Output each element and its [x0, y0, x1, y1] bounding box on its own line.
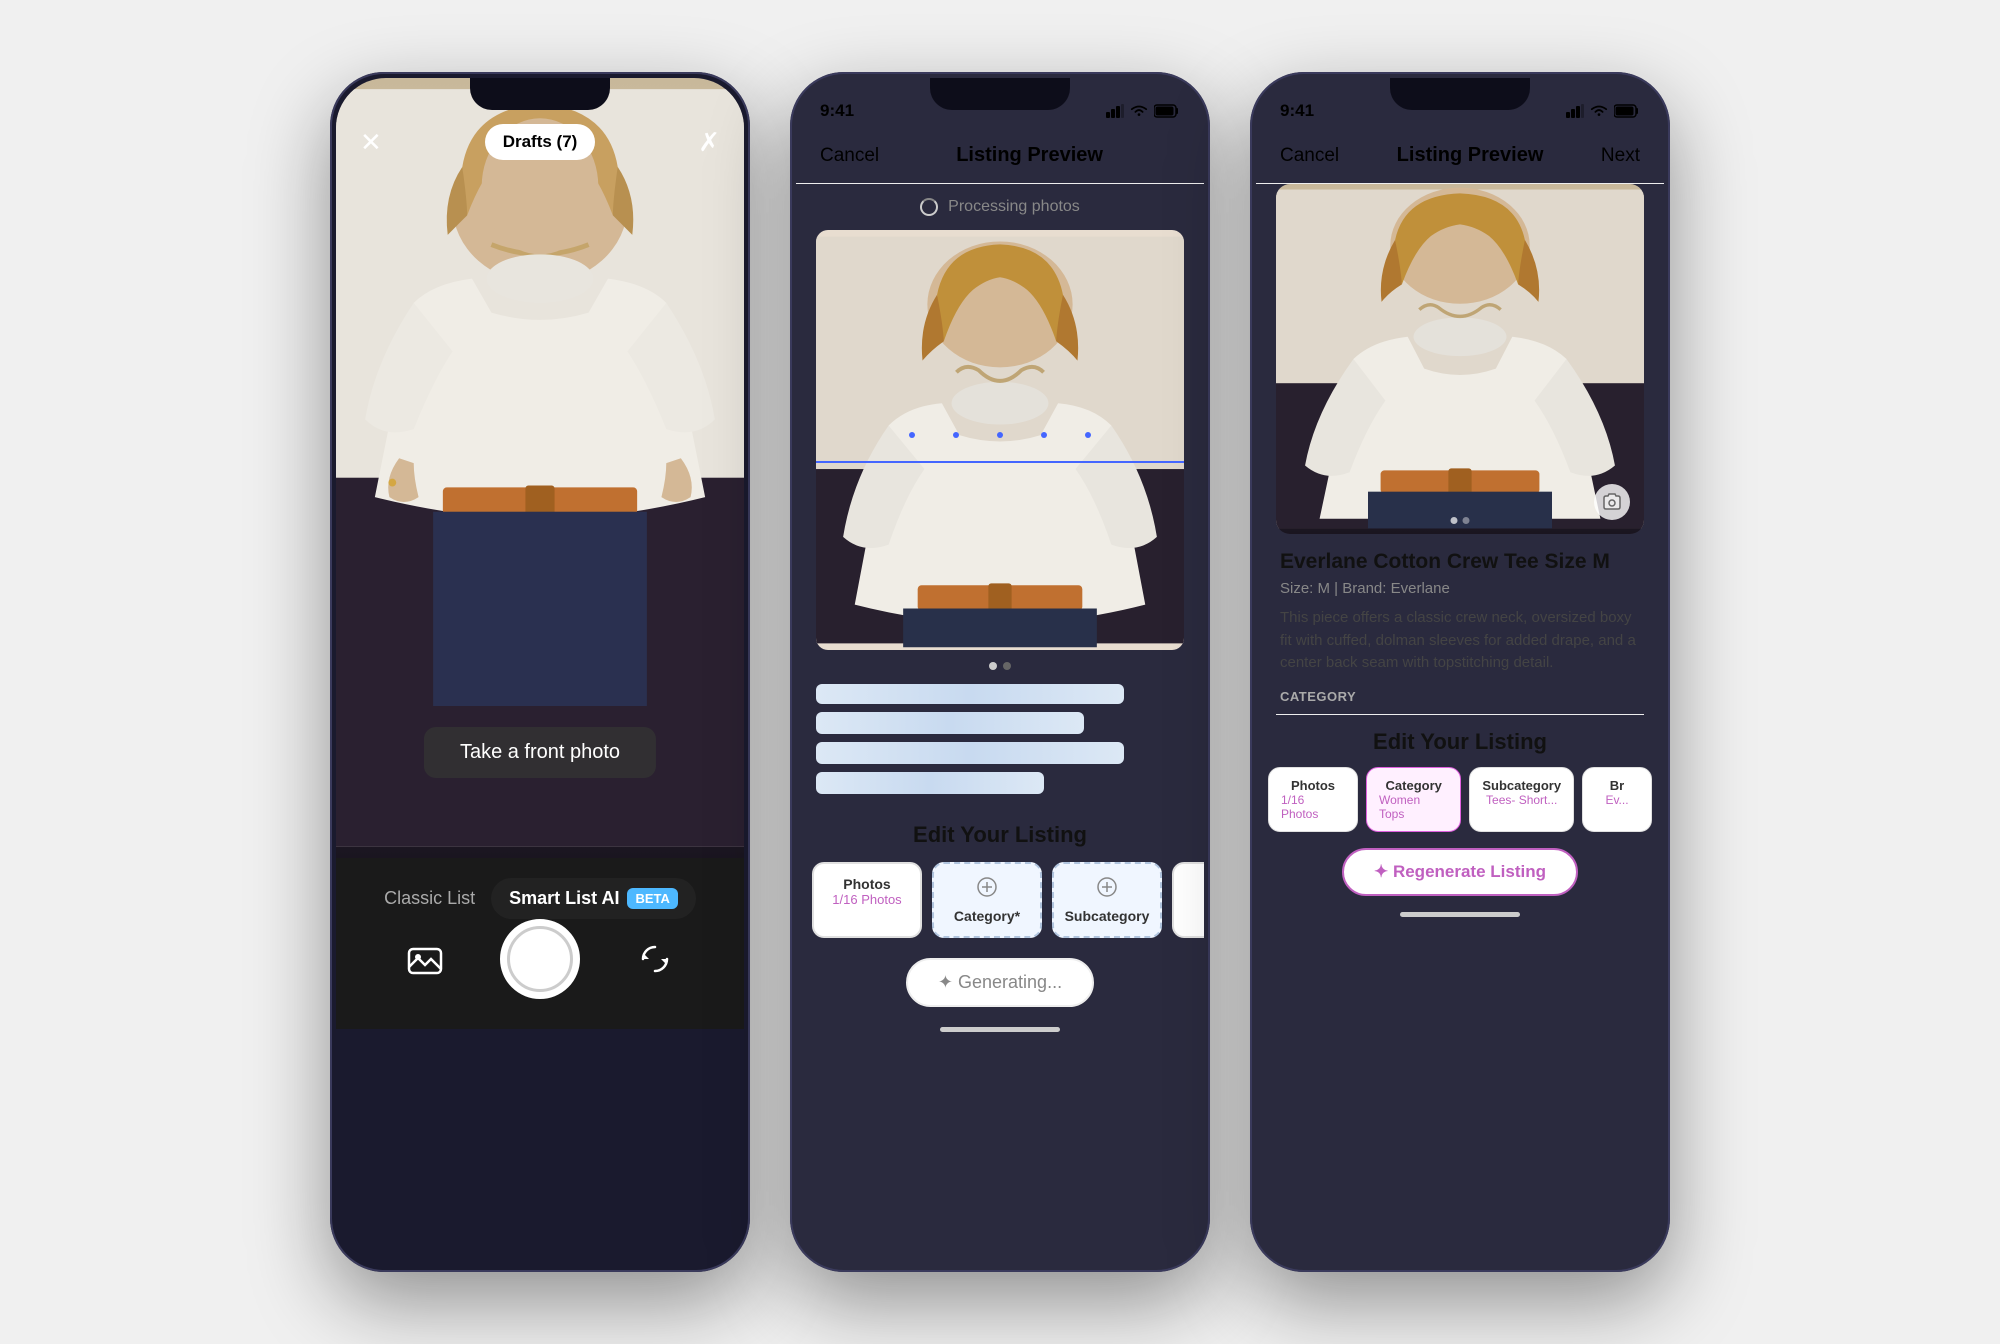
category-label: CATEGORY [1280, 689, 1640, 704]
nav-bar: Cancel Listing Preview Next [1256, 128, 1664, 184]
edit-tab-subcategory[interactable]: Subcategory Tees- Short... [1469, 767, 1574, 832]
beta-badge: BETA [627, 888, 677, 909]
tab-category-icon [976, 876, 998, 904]
edit-photo-icon[interactable] [1594, 484, 1630, 520]
status-time: 9:41 [1280, 101, 1314, 121]
phone-listing: 9:41 [1250, 72, 1670, 1272]
image-dots [796, 662, 1204, 670]
cancel-button[interactable]: Cancel [820, 145, 879, 167]
tab-subcategory-label: Subcategory [1482, 778, 1561, 793]
status-time: 9:41 [820, 101, 854, 121]
regenerate-button[interactable]: ✦ Regenerate Listing [1342, 848, 1578, 896]
smart-mode-button[interactable]: Smart List AI BETA [491, 878, 696, 919]
listing-info: Everlane Cotton Crew Tee Size M Size: M … [1256, 534, 1664, 714]
edit-tab-category[interactable]: Category Women Tops [1366, 767, 1461, 832]
tab-photos-value: 1/16 Photos [832, 892, 901, 907]
wifi-icon [1130, 104, 1148, 118]
flip-camera-button[interactable] [633, 937, 677, 981]
scan-dots [890, 432, 1111, 438]
edit-tabs: Photos 1/16 Photos Category* Subcategory [796, 862, 1204, 938]
tab-subcategory-icon [1096, 876, 1118, 904]
listing-image [816, 230, 1184, 650]
status-icons [1106, 104, 1180, 118]
edit-tab-subcategory[interactable]: Subcategory [1052, 862, 1162, 938]
smart-mode-label: Smart List AI [509, 888, 619, 909]
gallery-icon [407, 941, 443, 977]
phone-processing: 9:41 [790, 72, 1210, 1272]
camera-viewfinder: Take a front photo [336, 78, 744, 858]
camera-icon [1602, 492, 1622, 512]
wifi-icon [1590, 104, 1608, 118]
status-icons [1566, 104, 1640, 118]
listing-photo [1276, 184, 1644, 534]
notch [1390, 78, 1530, 110]
camera-controls [336, 919, 744, 999]
tab-category-label: Category [1386, 778, 1442, 793]
drafts-button[interactable]: Drafts (7) [485, 124, 596, 160]
tab-brand-value: Ev... [1605, 793, 1628, 807]
tab-photos-label: Photos [843, 876, 890, 892]
tab-photos-label: Photos [1291, 778, 1335, 793]
camera-bottom-bar: Classic List Smart List AI BETA [336, 858, 744, 1029]
skeleton-line-2 [816, 712, 1084, 734]
scan-dot [909, 432, 915, 438]
processing-text: Processing photos [948, 198, 1080, 216]
tab-photos-value: 1/16 Photos [1281, 793, 1345, 821]
flash-button[interactable]: ✗ [698, 127, 720, 158]
edit-listing-title: Edit Your Listing [1256, 715, 1664, 767]
scan-dot [953, 432, 959, 438]
edit-tab-category[interactable]: Category* [932, 862, 1042, 938]
phone-camera: ✕ Drafts (7) ✗ [330, 72, 750, 1272]
edit-tab-photos[interactable]: Photos 1/16 Photos [1268, 767, 1358, 832]
classic-mode-label[interactable]: Classic List [384, 888, 475, 909]
scan-dot [1085, 432, 1091, 438]
close-button[interactable]: ✕ [360, 127, 382, 158]
skeleton-line-1 [816, 684, 1124, 704]
skeleton-line-4 [816, 772, 1044, 794]
next-button[interactable]: Next [1601, 145, 1640, 167]
nav-bar: Cancel Listing Preview [796, 128, 1204, 184]
tab-category-label: Category* [954, 908, 1020, 924]
nav-title: Listing Preview [956, 144, 1103, 167]
flip-camera-icon [637, 941, 673, 977]
generating-button[interactable]: ✦ Generating... [906, 958, 1094, 1007]
scan-line [816, 461, 1184, 463]
scan-dot [997, 432, 1003, 438]
shutter-inner [507, 926, 573, 992]
scan-dot [1041, 432, 1047, 438]
edit-listing-title: Edit Your Listing [796, 802, 1204, 862]
notch [930, 78, 1070, 110]
nav-title: Listing Preview [1397, 144, 1544, 167]
processing-indicator: Processing photos [796, 184, 1204, 230]
signal-icon [1106, 104, 1124, 118]
gallery-button[interactable] [403, 937, 447, 981]
listing-meta: Size: M | Brand: Everlane [1280, 580, 1640, 597]
dot-2 [1003, 662, 1011, 670]
processing-spinner [920, 198, 938, 216]
listing-photo-image [1276, 184, 1644, 534]
notch [470, 78, 610, 110]
listing-title: Everlane Cotton Crew Tee Size M [1280, 550, 1640, 574]
mode-selector: Classic List Smart List AI BETA [384, 878, 696, 919]
dot-1 [989, 662, 997, 670]
battery-icon [1154, 104, 1180, 118]
tab-brand-label: Br [1610, 778, 1624, 793]
home-indicator [1400, 912, 1520, 917]
tab-category-value: Women Tops [1379, 793, 1448, 821]
listing-person-image [816, 230, 1184, 650]
skeleton-line-3 [816, 742, 1124, 764]
edit-tab-photos[interactable]: Photos 1/16 Photos [812, 862, 922, 938]
signal-icon [1566, 104, 1584, 118]
tab-subcategory-value: Tees- Short... [1486, 793, 1557, 807]
edit-tab-brand[interactable]: Br Ev... [1582, 767, 1652, 832]
edit-tabs: Photos 1/16 Photos Category Women Tops S… [1256, 767, 1664, 832]
cancel-button[interactable]: Cancel [1280, 145, 1339, 167]
home-indicator [940, 1027, 1060, 1032]
battery-icon [1614, 104, 1640, 118]
take-photo-label: Take a front photo [424, 727, 656, 778]
tab-subcategory-label: Subcategory [1065, 908, 1150, 924]
listing-description: This piece offers a classic crew neck, o… [1280, 607, 1640, 675]
shutter-button[interactable] [500, 919, 580, 999]
edit-tab-brand[interactable]: B [1172, 862, 1204, 938]
